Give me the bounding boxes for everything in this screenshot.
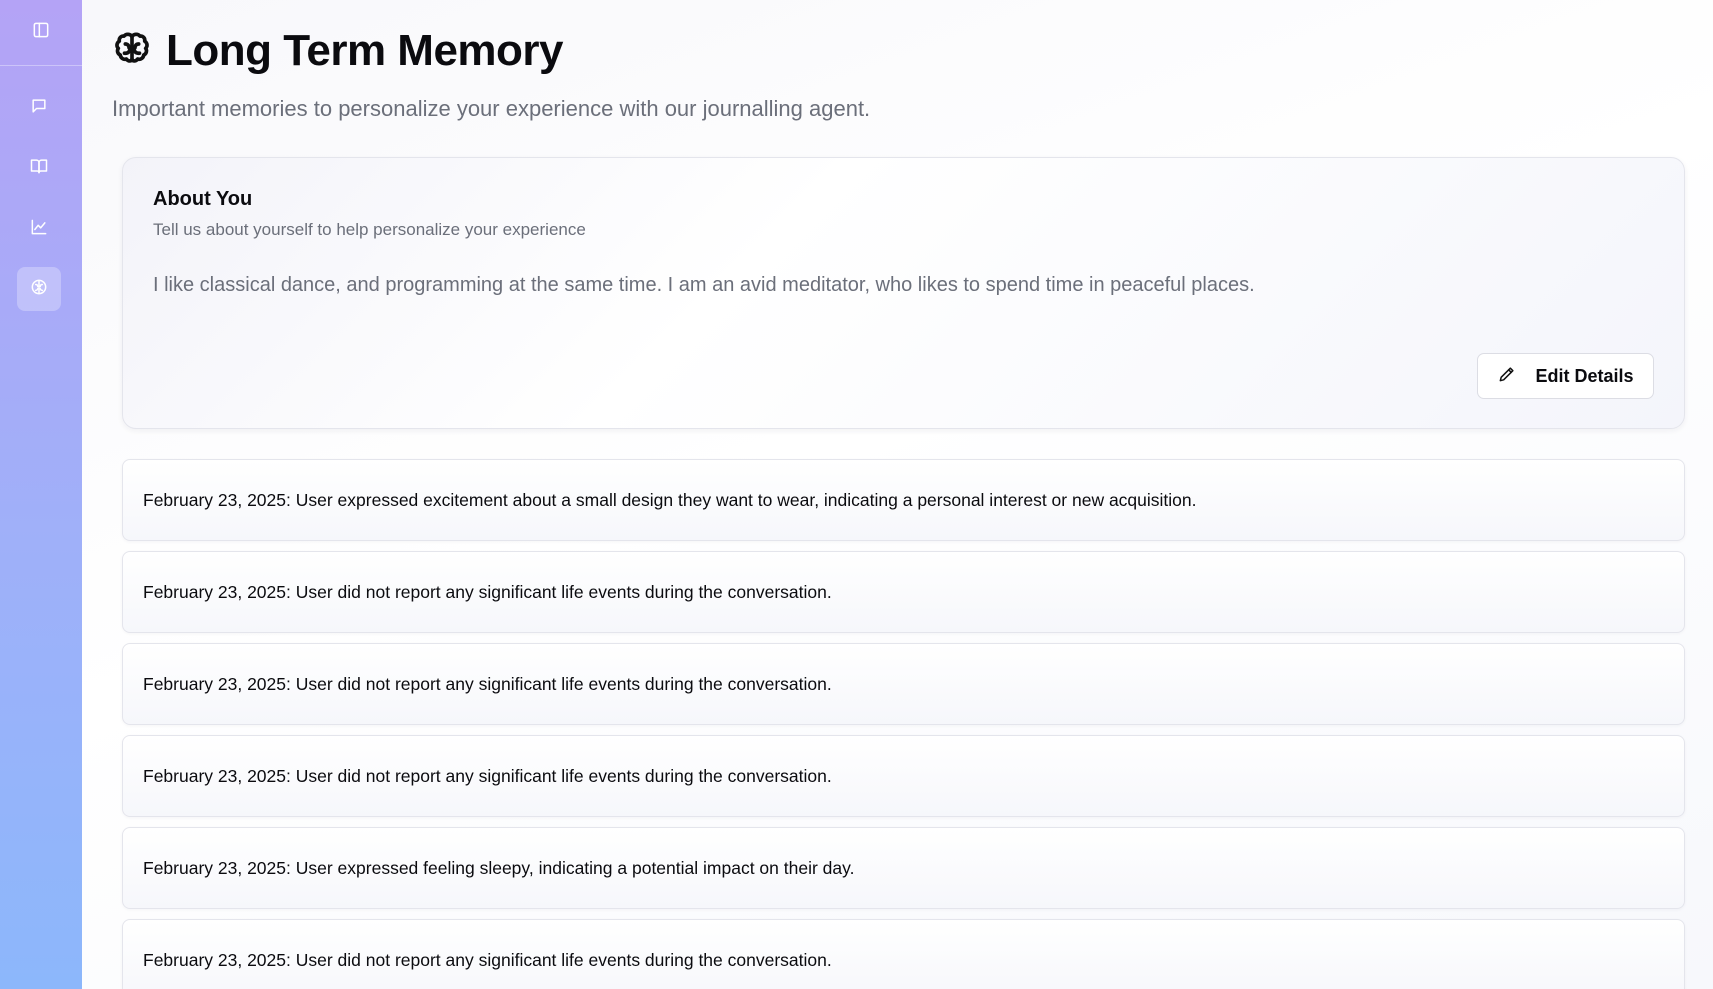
memory-text: February 23, 2025: User did not report a… [143,949,832,970]
memory-item: February 23, 2025: User expressed feelin… [122,827,1685,909]
nav-insights-button[interactable] [17,207,61,251]
nav-journal-button[interactable] [17,146,61,190]
nav-chat-button[interactable] [17,86,61,130]
edit-details-button[interactable]: Edit Details [1477,353,1654,399]
book-open-icon [29,156,49,181]
about-text: I like classical dance, and programming … [153,274,1255,296]
pencil-icon [1497,364,1517,389]
memory-item: February 23, 2025: User did not report a… [122,919,1685,989]
about-subtitle: Tell us about yourself to help personali… [153,220,586,239]
memory-item: February 23, 2025: User did not report a… [122,551,1685,633]
memory-item: February 23, 2025: User expressed excite… [122,459,1685,541]
memory-text: February 23, 2025: User expressed excite… [143,489,1197,510]
page-subtitle: Important memories to personalize your e… [112,96,871,121]
memory-text: February 23, 2025: User did not report a… [143,765,832,786]
nav-memory-button[interactable] [17,267,61,311]
memory-text: February 23, 2025: User did not report a… [143,673,832,694]
edit-details-label: Edit Details [1535,365,1634,386]
memory-item: February 23, 2025: User did not report a… [122,643,1685,725]
app-root: Long Term Memory Important memories to p… [0,0,1713,989]
main-content: Long Term Memory Important memories to p… [82,0,1713,989]
message-square-icon [29,96,49,121]
about-you-card: About You Tell us about yourself to help… [122,157,1685,429]
memory-text: February 23, 2025: User did not report a… [143,581,832,602]
page-title: Long Term Memory [166,26,564,75]
line-chart-icon [29,217,49,242]
memory-text: February 23, 2025: User expressed feelin… [143,857,855,878]
sidebar-toggle-icon [31,20,51,45]
memory-list: February 23, 2025: User expressed excite… [122,459,1685,989]
page-header: Long Term Memory [112,26,564,76]
memory-item: February 23, 2025: User did not report a… [122,735,1685,817]
sidebar [0,0,82,989]
sidebar-toggle-button[interactable] [0,0,82,66]
brain-icon [112,29,152,74]
about-title: About You [153,188,253,210]
brain-icon [29,277,49,302]
